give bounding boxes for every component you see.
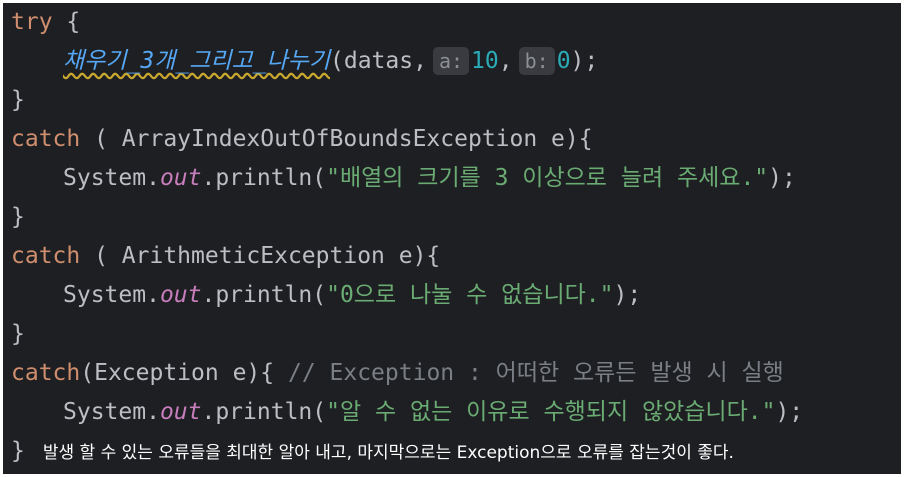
code-line-8: System.out.println("0으로 나눌 수 없습니다."); [11, 276, 641, 315]
param-hint-a: a: [432, 47, 470, 75]
call-close: ); [570, 48, 599, 74]
code-editor[interactable]: try { 채우기_3개_그리고_나누기(datas, a: 10, b: 0); } … [3, 3, 901, 474]
system-class: System. [63, 165, 160, 191]
catch-keyword: catch [11, 243, 81, 269]
system-class: System. [63, 399, 160, 425]
close-brace: } [11, 87, 25, 113]
code-line-4: catch ( ArrayIndexOutOfBoundsException e… [11, 120, 593, 159]
println-call: .println( [201, 165, 327, 191]
statement-end: ); [613, 282, 642, 308]
statement-end: ); [768, 165, 796, 191]
close-brace: } [11, 321, 25, 347]
close-brace: } [11, 438, 25, 464]
system-class: System. [63, 282, 160, 308]
catch-keyword: catch [11, 360, 81, 386]
out-field: out [159, 282, 202, 308]
arg-comma: , [498, 48, 513, 74]
catch-clause: (Exception e){ [80, 360, 288, 386]
open-brace: { [52, 9, 81, 35]
close-brace: } [11, 204, 25, 230]
method-call: 채우기_3개_그리고_나누기 [63, 48, 330, 74]
code-line-3: } [11, 81, 25, 120]
out-field: out [159, 165, 202, 191]
string-literal: "알 수 없는 이유로 수행되지 않았습니다." [326, 399, 776, 425]
try-keyword: try [11, 9, 53, 35]
out-field: out [159, 399, 202, 425]
call-args-open: (datas, [330, 48, 427, 74]
catch-keyword: catch [11, 126, 81, 152]
code-line-11: System.out.println("알 수 없는 이유로 수행되지 않았습니… [11, 393, 803, 432]
code-comment: // Exception : 어떠한 오류든 발생 시 실행 [287, 360, 784, 386]
arg-value-b: 0 [556, 48, 571, 74]
string-literal: "배열의 크기를 3 이상으로 늘려 주세요." [326, 165, 769, 191]
param-hint-b: b: [518, 47, 555, 75]
code-line-2: 채우기_3개_그리고_나누기(datas, a: 10, b: 0); [11, 42, 598, 81]
println-call: .println( [201, 282, 327, 308]
code-line-12: } 발생 할 수 있는 오류들을 최대한 알아 내고, 마지막으로는 Except… [11, 432, 734, 471]
code-line-5: System.out.println("배열의 크기를 3 이상으로 늘려 주세… [11, 159, 796, 198]
code-line-10: catch(Exception e){ // Exception : 어떠한 오… [11, 354, 784, 393]
arg-value-a: 10 [471, 48, 499, 74]
println-call: .println( [201, 399, 327, 425]
catch-clause: ( ArrayIndexOutOfBoundsException e){ [80, 126, 593, 152]
code-line-6: } [11, 198, 25, 237]
catch-clause: ( ArithmeticException e){ [80, 243, 441, 269]
code-line-1: try { [11, 3, 80, 42]
code-line-7: catch ( ArithmeticException e){ [11, 237, 440, 276]
annotation-note: 발생 할 수 있는 오류들을 최대한 알아 내고, 마지막으로는 Excepti… [42, 443, 734, 463]
code-line-9: } [11, 315, 25, 354]
string-literal: "0으로 나눌 수 없습니다." [326, 282, 614, 308]
statement-end: ); [775, 399, 804, 425]
